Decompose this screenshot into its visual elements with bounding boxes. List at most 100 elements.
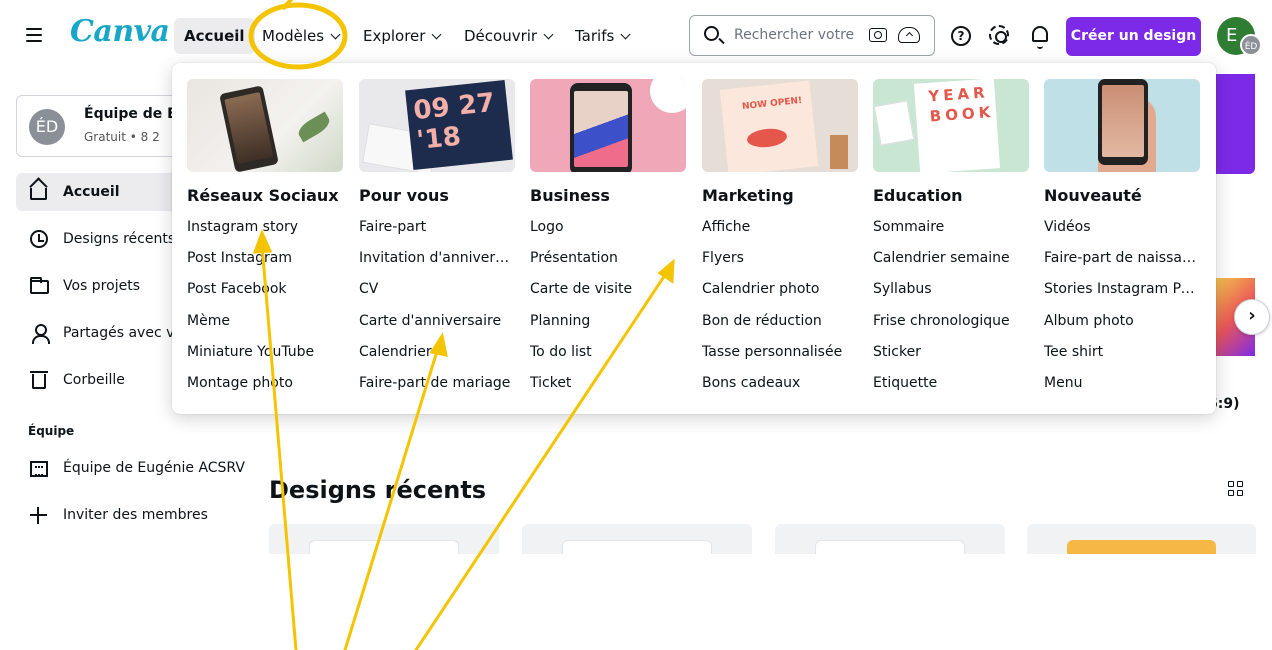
- menu-item[interactable]: Faire-part de naissance: [1044, 243, 1200, 274]
- design-card[interactable]: [1027, 524, 1256, 554]
- menu-item[interactable]: Calendrier: [359, 337, 515, 368]
- nav-explorer-label: Explorer: [363, 27, 426, 45]
- menu-item[interactable]: Carte d'anniversaire: [359, 306, 515, 337]
- sidebar-item-label: Vos projets: [63, 278, 140, 294]
- canva-logo[interactable]: Canva: [70, 14, 170, 49]
- sidebar-item-label: Designs récents: [63, 231, 176, 247]
- menu-item[interactable]: Menu: [1044, 368, 1200, 399]
- design-card[interactable]: [775, 524, 1005, 554]
- menu-item[interactable]: Vidéos: [1044, 212, 1200, 243]
- chevron-down-icon: [432, 29, 442, 40]
- menu-item[interactable]: Miniature YouTube: [187, 337, 343, 368]
- menu-item[interactable]: Stories Instagram Post: [1044, 274, 1200, 305]
- menu-item[interactable]: Bons cadeaux: [702, 368, 858, 399]
- sidebar-item-equipe[interactable]: Équipe de Eugénie ACSRV: [16, 449, 266, 487]
- menu-icon[interactable]: [26, 28, 42, 42]
- plus-icon: [30, 507, 47, 524]
- thumbnail-text: YEAR BOOK: [927, 83, 995, 126]
- menu-item[interactable]: Calendrier photo: [702, 274, 858, 305]
- search-placeholder: Rechercher votre: [734, 27, 855, 43]
- thumbnail-pour-vous[interactable]: 09 27 '18: [359, 79, 515, 172]
- menu-item[interactable]: Invitation d'anniversaire: [359, 243, 515, 274]
- team-avatar: ÉD: [29, 109, 65, 145]
- gear-icon[interactable]: [989, 25, 1009, 45]
- menu-item[interactable]: Bon de réduction: [702, 306, 858, 337]
- people-icon: [30, 324, 50, 344]
- nav-accueil[interactable]: Accueil: [174, 18, 255, 54]
- menu-item[interactable]: Syllabus: [873, 274, 1029, 305]
- column-title[interactable]: Pour vous: [359, 186, 515, 205]
- menu-item[interactable]: Présentation: [530, 243, 686, 274]
- column-title[interactable]: Nouveauté: [1044, 186, 1200, 205]
- menu-item[interactable]: To do list: [530, 337, 686, 368]
- menu-item[interactable]: Mème: [187, 306, 343, 337]
- column-title[interactable]: Réseaux Sociaux: [187, 186, 343, 205]
- dropdown-column-education: YEAR BOOK Education Sommaire Calendrier …: [873, 79, 1029, 399]
- menu-item[interactable]: Sommaire: [873, 212, 1029, 243]
- sidebar-section-label: Équipe: [28, 424, 75, 438]
- menu-item[interactable]: Frise chronologique: [873, 306, 1029, 337]
- menu-item[interactable]: Carte de visite: [530, 274, 686, 305]
- upload-cloud-icon[interactable]: [898, 27, 920, 43]
- thumbnail-marketing[interactable]: NOW OPEN!: [702, 79, 858, 172]
- building-icon: [30, 461, 48, 477]
- nav-decouvrir[interactable]: Découvrir: [454, 18, 562, 54]
- sidebar-item-label: Inviter des membres: [63, 507, 208, 523]
- menu-item[interactable]: Album photo: [1044, 306, 1200, 337]
- menu-item[interactable]: Montage photo: [187, 368, 343, 399]
- question-icon[interactable]: ?: [951, 26, 971, 46]
- nav-tarifs-label: Tarifs: [575, 27, 615, 45]
- chevron-right-icon[interactable]: ›: [1234, 299, 1270, 335]
- avatar-badge: ÉD: [1240, 34, 1262, 56]
- thumbnail-nouveaute[interactable]: [1044, 79, 1200, 172]
- thumbnail-education[interactable]: YEAR BOOK: [873, 79, 1029, 172]
- grid-view-icon[interactable]: [1228, 481, 1244, 497]
- menu-item[interactable]: Calendrier semaine: [873, 243, 1029, 274]
- chevron-down-icon: [543, 29, 554, 40]
- menu-item[interactable]: Post Instagram: [187, 243, 343, 274]
- thumbnail-reseaux-sociaux[interactable]: [187, 79, 343, 172]
- design-card[interactable]: [522, 524, 752, 554]
- menu-item[interactable]: Planning: [530, 306, 686, 337]
- top-bar: Canva Accueil Modèles Explorer Découvrir…: [0, 0, 1272, 72]
- menu-item[interactable]: Affiche: [702, 212, 858, 243]
- create-design-button[interactable]: Créer un design: [1066, 17, 1201, 56]
- column-title[interactable]: Business: [530, 186, 686, 205]
- nav-modeles[interactable]: Modèles: [252, 18, 349, 54]
- menu-item[interactable]: Faire-part de mariage: [359, 368, 515, 399]
- dropdown-column-pour-vous: 09 27 '18 Pour vous Faire-part Invitatio…: [359, 79, 515, 399]
- sidebar-item-label: Partagés avec vo: [63, 325, 183, 341]
- sidebar-item-inviter[interactable]: Inviter des membres: [16, 496, 266, 534]
- recent-designs-title: Designs récents: [269, 476, 487, 504]
- chevron-down-icon: [620, 29, 631, 40]
- nav-decouvrir-label: Découvrir: [464, 27, 538, 45]
- column-title[interactable]: Education: [873, 186, 1029, 205]
- menu-item[interactable]: Tasse personnalisée: [702, 337, 858, 368]
- nav-tarifs[interactable]: Tarifs: [565, 18, 639, 54]
- menu-item[interactable]: Logo: [530, 212, 686, 243]
- menu-item[interactable]: Instagram story: [187, 212, 343, 243]
- sidebar-item-label: Équipe de Eugénie ACSRV: [63, 460, 245, 476]
- clock-icon: [30, 230, 48, 248]
- menu-item[interactable]: CV: [359, 274, 515, 305]
- dropdown-column-reseaux: Réseaux Sociaux Instagram story Post Ins…: [187, 79, 343, 399]
- search-icon: [704, 26, 719, 41]
- trash-icon: [30, 371, 48, 389]
- menu-item[interactable]: Etiquette: [873, 368, 1029, 399]
- menu-item[interactable]: Post Facebook: [187, 274, 343, 305]
- menu-item[interactable]: Flyers: [702, 243, 858, 274]
- thumbnail-business[interactable]: [530, 79, 686, 172]
- sidebar-item-label: Corbeille: [63, 372, 125, 388]
- menu-item[interactable]: Sticker: [873, 337, 1029, 368]
- nav-explorer[interactable]: Explorer: [353, 18, 450, 54]
- design-card[interactable]: [269, 524, 499, 554]
- nav-accueil-label: Accueil: [184, 27, 245, 45]
- menu-item[interactable]: Ticket: [530, 368, 686, 399]
- menu-item[interactable]: Tee shirt: [1044, 337, 1200, 368]
- folder-icon: [30, 277, 49, 294]
- bell-icon[interactable]: [1032, 26, 1048, 49]
- column-title[interactable]: Marketing: [702, 186, 858, 205]
- menu-item[interactable]: Faire-part: [359, 212, 515, 243]
- home-icon: [30, 188, 47, 200]
- camera-icon[interactable]: [869, 28, 887, 42]
